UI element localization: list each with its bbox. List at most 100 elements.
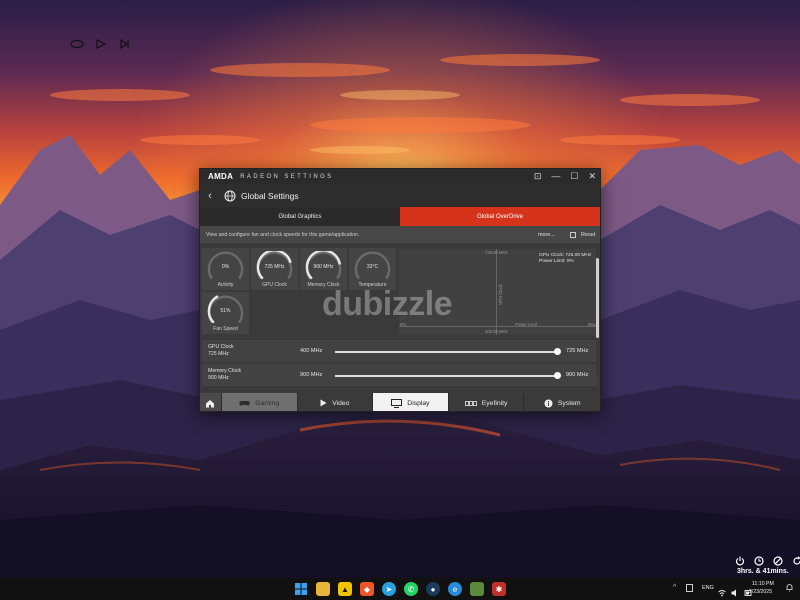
gamepad-icon [239, 400, 250, 406]
telegram-icon[interactable]: ➤ [382, 582, 396, 596]
restore-icon[interactable]: ⊡ [534, 169, 542, 184]
slider-current-value: 900 MHz [208, 375, 229, 381]
file-explorer-icon[interactable] [316, 582, 330, 596]
gauge-value: 33°C [366, 264, 379, 270]
slider-name: GPU Clock [208, 344, 234, 350]
close-button[interactable]: ✕ [588, 169, 596, 184]
bottom-navigation: Gaming Video Display Eyefinity System [200, 393, 600, 411]
nav-system[interactable]: System [524, 393, 600, 411]
taskbar: ▲ ◆ ➤ ✆ ● e ✱ ^ ENG 11:10 PM 2/23/2025 [0, 578, 800, 600]
gauge-fan-speed: 51% Fan Speed [202, 292, 249, 334]
info-icon [544, 399, 553, 407]
maximize-button[interactable]: ☐ [570, 169, 578, 184]
gauge-label: GPU Clock [262, 282, 287, 288]
home-icon [206, 399, 215, 407]
graph-bottom-label: 400.00 MHz [485, 329, 508, 334]
back-button[interactable]: ‹ [204, 190, 216, 202]
brave-icon[interactable]: ◆ [360, 582, 374, 596]
reset-label: Reset [581, 231, 596, 238]
window-controls: ⊡ — ☐ ✕ [534, 169, 596, 184]
slider-name: Memory Clock [208, 368, 242, 374]
slider-min-label: 400 MHz [300, 348, 323, 354]
nav-home-button[interactable] [200, 393, 222, 411]
reset-button[interactable]: Reset [570, 231, 596, 238]
gpu-clock-slider-track[interactable] [335, 351, 557, 353]
taskbar-apps: ▲ ◆ ➤ ✆ ● e ✱ [294, 582, 506, 596]
app-title: RADEON SETTINGS [240, 173, 334, 180]
speaker-icon[interactable] [686, 584, 693, 592]
gauge-value: 0% [221, 264, 230, 270]
gauge-temperature: 33°C Temperature [349, 248, 396, 290]
edge-icon[interactable]: e [448, 582, 462, 596]
tab-global-graphics[interactable]: Global Graphics [200, 207, 400, 226]
volume-icon[interactable] [731, 584, 739, 597]
graph-top-label: 725.00 MHz [485, 250, 508, 255]
graph-vertical-line [496, 249, 497, 335]
gpu-clock-slider-thumb[interactable] [553, 348, 561, 355]
header-bar: ‹ Global Settings [200, 184, 600, 207]
graph-horizontal-line [399, 326, 596, 327]
nav-label: Video [332, 399, 350, 407]
clock-icon[interactable] [754, 553, 764, 566]
play-icon [320, 399, 327, 407]
cancel-icon[interactable] [773, 553, 783, 566]
description-bar: View and configure fan and clock speeds … [200, 226, 600, 243]
taskbar-date[interactable]: 2/23/2025 [749, 589, 772, 595]
nav-label: Display [407, 399, 430, 407]
power-icon[interactable] [735, 553, 745, 566]
slider-current-value: 725 MHz [208, 351, 229, 357]
norton-icon[interactable]: ▲ [338, 582, 352, 596]
wifi-icon[interactable] [718, 584, 726, 597]
tab-global-overdrive[interactable]: Global OverDrive [400, 207, 600, 226]
gauge-label: Fan Speed [213, 326, 238, 332]
start-icon[interactable] [294, 582, 308, 596]
nav-label: Eyefinity [481, 399, 508, 407]
minimize-button[interactable]: — [551, 169, 560, 184]
tray-overflow-chevron[interactable]: ^ [673, 584, 676, 591]
nav-video[interactable]: Video [297, 393, 374, 411]
gauge-memory-clock: 900 MHz Memory Clock [300, 248, 347, 290]
graph-info-gpu-clock: GPU Clock: 725.00 MHz [539, 253, 592, 258]
gauge-value: 900 MHz [313, 264, 334, 270]
nav-display[interactable]: Display [373, 393, 449, 411]
mask-icon [70, 36, 84, 49]
graph-vertical-label: GPU Clock [498, 284, 503, 305]
play-icon [94, 36, 108, 49]
gauge-value: 725 MHz [264, 264, 285, 270]
memory-clock-slider-row: Memory Clock 900 MHz 900 MHz 900 MHz [202, 364, 598, 386]
graph-horizontal-label: Power Limit [515, 322, 537, 327]
gpu-clock-slider-row: GPU Clock 725 MHz 400 MHz 725 MHz [202, 340, 598, 362]
memory-clock-slider-thumb[interactable] [553, 372, 561, 379]
tab-bar: Global Graphics Global OverDrive [200, 207, 600, 226]
memory-clock-slider-track[interactable] [335, 375, 557, 377]
reset-icon [570, 231, 576, 238]
graph-info-power-limit: Power Limit: 0% [539, 259, 574, 264]
monitor-icon [391, 398, 403, 408]
description-text: View and configure fan and clock speeds … [206, 231, 360, 238]
taskbar-time[interactable]: 11:10 PM [752, 581, 774, 587]
whatsapp-icon[interactable]: ✆ [404, 582, 418, 596]
gauge-activity: 0% Activity [202, 248, 249, 290]
language-indicator[interactable]: ENG [702, 585, 714, 591]
eyefinity-icon [464, 400, 477, 406]
scrollbar[interactable] [596, 248, 599, 378]
gauge-value: 51% [220, 308, 231, 314]
minecraft-icon[interactable] [470, 582, 484, 596]
next-icon [118, 36, 132, 50]
watermark-logo: dubizzle [322, 285, 453, 323]
scrollbar-thumb[interactable] [596, 258, 599, 338]
amd-logo: AMDA [208, 172, 234, 181]
more-link[interactable]: more... [538, 232, 555, 238]
graph-axis-right: Max [588, 322, 596, 327]
battery-remaining-text: 3hrs. & 41mins. [737, 568, 789, 575]
tray-icons-right [718, 584, 752, 597]
nav-eyefinity[interactable]: Eyefinity [448, 393, 525, 411]
nav-gaming[interactable]: Gaming [221, 393, 298, 411]
gauge-label: Activity [217, 282, 234, 288]
nav-label: System [557, 399, 581, 407]
slider-max-label: 900 MHz [566, 372, 589, 378]
notification-bell-icon[interactable] [785, 583, 794, 592]
steam-icon[interactable]: ● [426, 582, 440, 596]
game-app-icon[interactable]: ✱ [492, 582, 506, 596]
refresh-icon[interactable] [792, 553, 800, 565]
